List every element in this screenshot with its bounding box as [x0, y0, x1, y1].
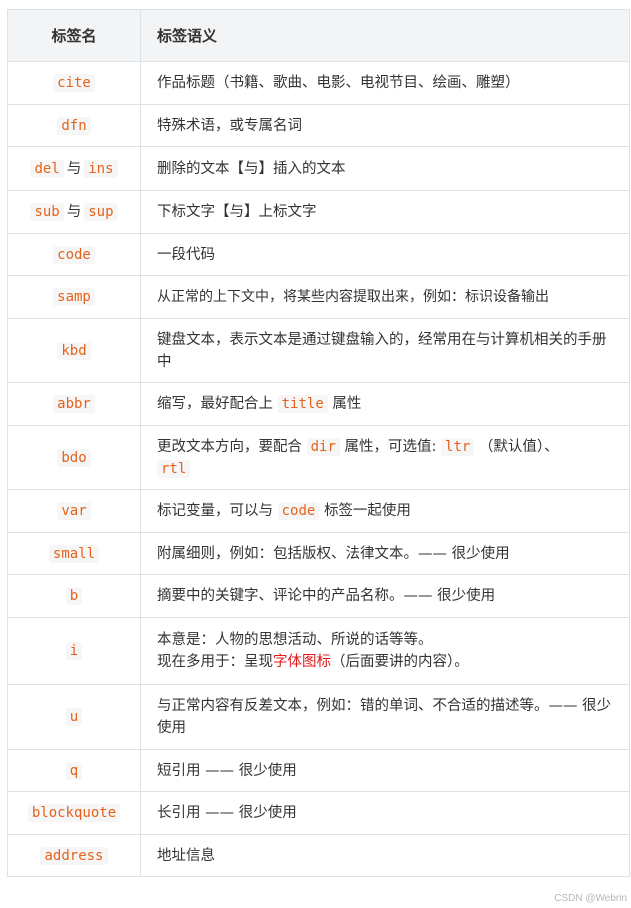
tag-code: u	[65, 708, 83, 726]
tag-cell: small	[7, 532, 141, 575]
tag-cell: q	[7, 749, 141, 792]
desc-cell: 删除的文本【与】插入的文本	[140, 146, 630, 191]
table-row: sub 与 sup 下标文字【与】上标文字	[7, 190, 630, 234]
table-header-row: 标签名 标签语义	[7, 9, 630, 62]
tag-cell: i	[7, 617, 141, 685]
desc-text: 现在多用于：呈现	[157, 654, 273, 670]
tag-cell: samp	[7, 275, 141, 319]
desc-cell: 长引用 —— 很少使用	[140, 791, 630, 835]
tag-cell: blockquote	[7, 791, 141, 835]
table-row: cite 作品标题（书籍、歌曲、电影、电视节目、绘画、雕塑）	[7, 61, 630, 105]
tag-code: dfn	[57, 116, 91, 135]
tag-code: i	[65, 642, 83, 660]
tag-code: abbr	[53, 395, 95, 413]
desc-text: 缩写，最好配合上	[157, 396, 273, 412]
desc-text: 本意是：人物的思想活动、所说的话等等。	[157, 632, 433, 648]
desc-text: （后面要讲的内容）。	[331, 654, 469, 670]
table-row: b 摘要中的关键字、评论中的产品名称。—— 很少使用	[7, 574, 630, 618]
table-row: q 短引用 —— 很少使用	[7, 749, 630, 792]
desc-cell: 键盘文本，表示文本是通过键盘输入的，经常用在与计算机相关的手册中	[140, 318, 630, 383]
tag-code: sub	[30, 203, 64, 221]
table-row: small 附属细则，例如：包括版权、法律文本。—— 很少使用	[7, 532, 630, 575]
tag-joiner: 与	[66, 204, 82, 220]
tag-cell: b	[7, 574, 141, 618]
table-row: bdo 更改文本方向，要配合 dir 属性，可选值: ltr （默认值）、 rtl	[7, 425, 630, 490]
desc-cell: 更改文本方向，要配合 dir 属性，可选值: ltr （默认值）、 rtl	[140, 425, 630, 490]
watermark: CSDN @Webrin	[554, 893, 627, 904]
table-row: address 地址信息	[7, 834, 630, 877]
tag-code: bdo	[57, 448, 91, 467]
inline-code: title	[277, 395, 328, 413]
table-row: samp 从正常的上下文中，将某些内容提取出来，例如：标识设备输出	[7, 275, 630, 319]
tag-code: ins	[84, 159, 118, 178]
table-row: code 一段代码	[7, 233, 630, 276]
tag-code: blockquote	[27, 804, 121, 822]
tag-cell: abbr	[7, 382, 141, 426]
tag-code: sup	[84, 203, 118, 221]
tag-cell: var	[7, 489, 141, 533]
highlight-text: 字体图标	[273, 654, 331, 670]
desc-cell: 摘要中的关键字、评论中的产品名称。—— 很少使用	[140, 574, 630, 618]
tag-code: kbd	[57, 341, 91, 360]
table-row: var 标记变量，可以与 code 标签一起使用	[7, 489, 630, 533]
tag-code: b	[65, 587, 83, 605]
inline-code: dir	[306, 437, 340, 456]
desc-text: 属性，可选值:	[344, 438, 437, 455]
tag-cell: dfn	[7, 104, 141, 147]
tag-code: small	[48, 544, 100, 563]
desc-cell: 一段代码	[140, 233, 630, 276]
inline-code: rtl	[157, 459, 191, 478]
tag-cell: cite	[7, 61, 141, 105]
inline-code: ltr	[441, 437, 475, 456]
tag-cell: u	[7, 684, 141, 750]
tag-cell: address	[7, 834, 141, 877]
desc-text: 更改文本方向，要配合	[157, 438, 302, 455]
tag-code: del	[30, 159, 64, 178]
table-row: abbr 缩写，最好配合上 title 属性	[7, 382, 630, 426]
desc-cell: 特殊术语，或专属名词	[140, 104, 630, 147]
tag-cell: del 与 ins	[7, 146, 141, 191]
tag-cell: kbd	[7, 318, 141, 383]
table-row: i 本意是：人物的思想活动、所说的话等等。 现在多用于：呈现字体图标（后面要讲的内…	[7, 617, 630, 685]
desc-cell: 与正常内容有反差文本，例如：错的单词、不合适的描述等。—— 很少使用	[140, 684, 630, 750]
tag-code: code	[53, 245, 95, 264]
desc-cell: 附属细则，例如：包括版权、法律文本。—— 很少使用	[140, 532, 630, 575]
desc-cell: 从正常的上下文中，将某些内容提取出来，例如：标识设备输出	[140, 275, 630, 319]
inline-code: code	[277, 502, 320, 520]
desc-text: 标签一起使用	[323, 503, 411, 519]
tag-joiner: 与	[66, 160, 82, 177]
tag-code: samp	[53, 288, 95, 306]
table-row: dfn 特殊术语，或专属名词	[7, 104, 630, 147]
desc-cell: 本意是：人物的思想活动、所说的话等等。 现在多用于：呈现字体图标（后面要讲的内容）…	[140, 617, 630, 685]
tag-cell: bdo	[7, 425, 141, 490]
table-row: blockquote 长引用 —— 很少使用	[7, 791, 630, 835]
desc-cell: 缩写，最好配合上 title 属性	[140, 382, 630, 426]
tag-code: address	[40, 846, 108, 865]
tag-code: q	[65, 761, 83, 780]
desc-cell: 下标文字【与】上标文字	[140, 190, 630, 234]
desc-text: 属性	[332, 396, 362, 412]
tag-code: var	[57, 502, 91, 520]
header-tag-name: 标签名	[7, 9, 141, 62]
table-row: u 与正常内容有反差文本，例如：错的单词、不合适的描述等。—— 很少使用	[7, 684, 630, 750]
tag-cell: sub 与 sup	[7, 190, 141, 234]
desc-text: 标记变量，可以与	[157, 503, 273, 519]
table-row: kbd 键盘文本，表示文本是通过键盘输入的，经常用在与计算机相关的手册中	[7, 318, 630, 383]
desc-text: （默认值）、	[478, 438, 559, 455]
tag-cell: code	[7, 233, 141, 276]
desc-cell: 作品标题（书籍、歌曲、电影、电视节目、绘画、雕塑）	[140, 61, 630, 105]
header-tag-meaning: 标签语义	[140, 9, 630, 62]
desc-cell: 短引用 —— 很少使用	[140, 749, 630, 792]
table-row: del 与 ins 删除的文本【与】插入的文本	[7, 146, 630, 191]
tag-code: cite	[53, 74, 95, 92]
tag-semantics-table: 标签名 标签语义 cite 作品标题（书籍、歌曲、电影、电视节目、绘画、雕塑） …	[7, 9, 630, 877]
desc-cell: 标记变量，可以与 code 标签一起使用	[140, 489, 630, 533]
desc-cell: 地址信息	[140, 834, 630, 877]
